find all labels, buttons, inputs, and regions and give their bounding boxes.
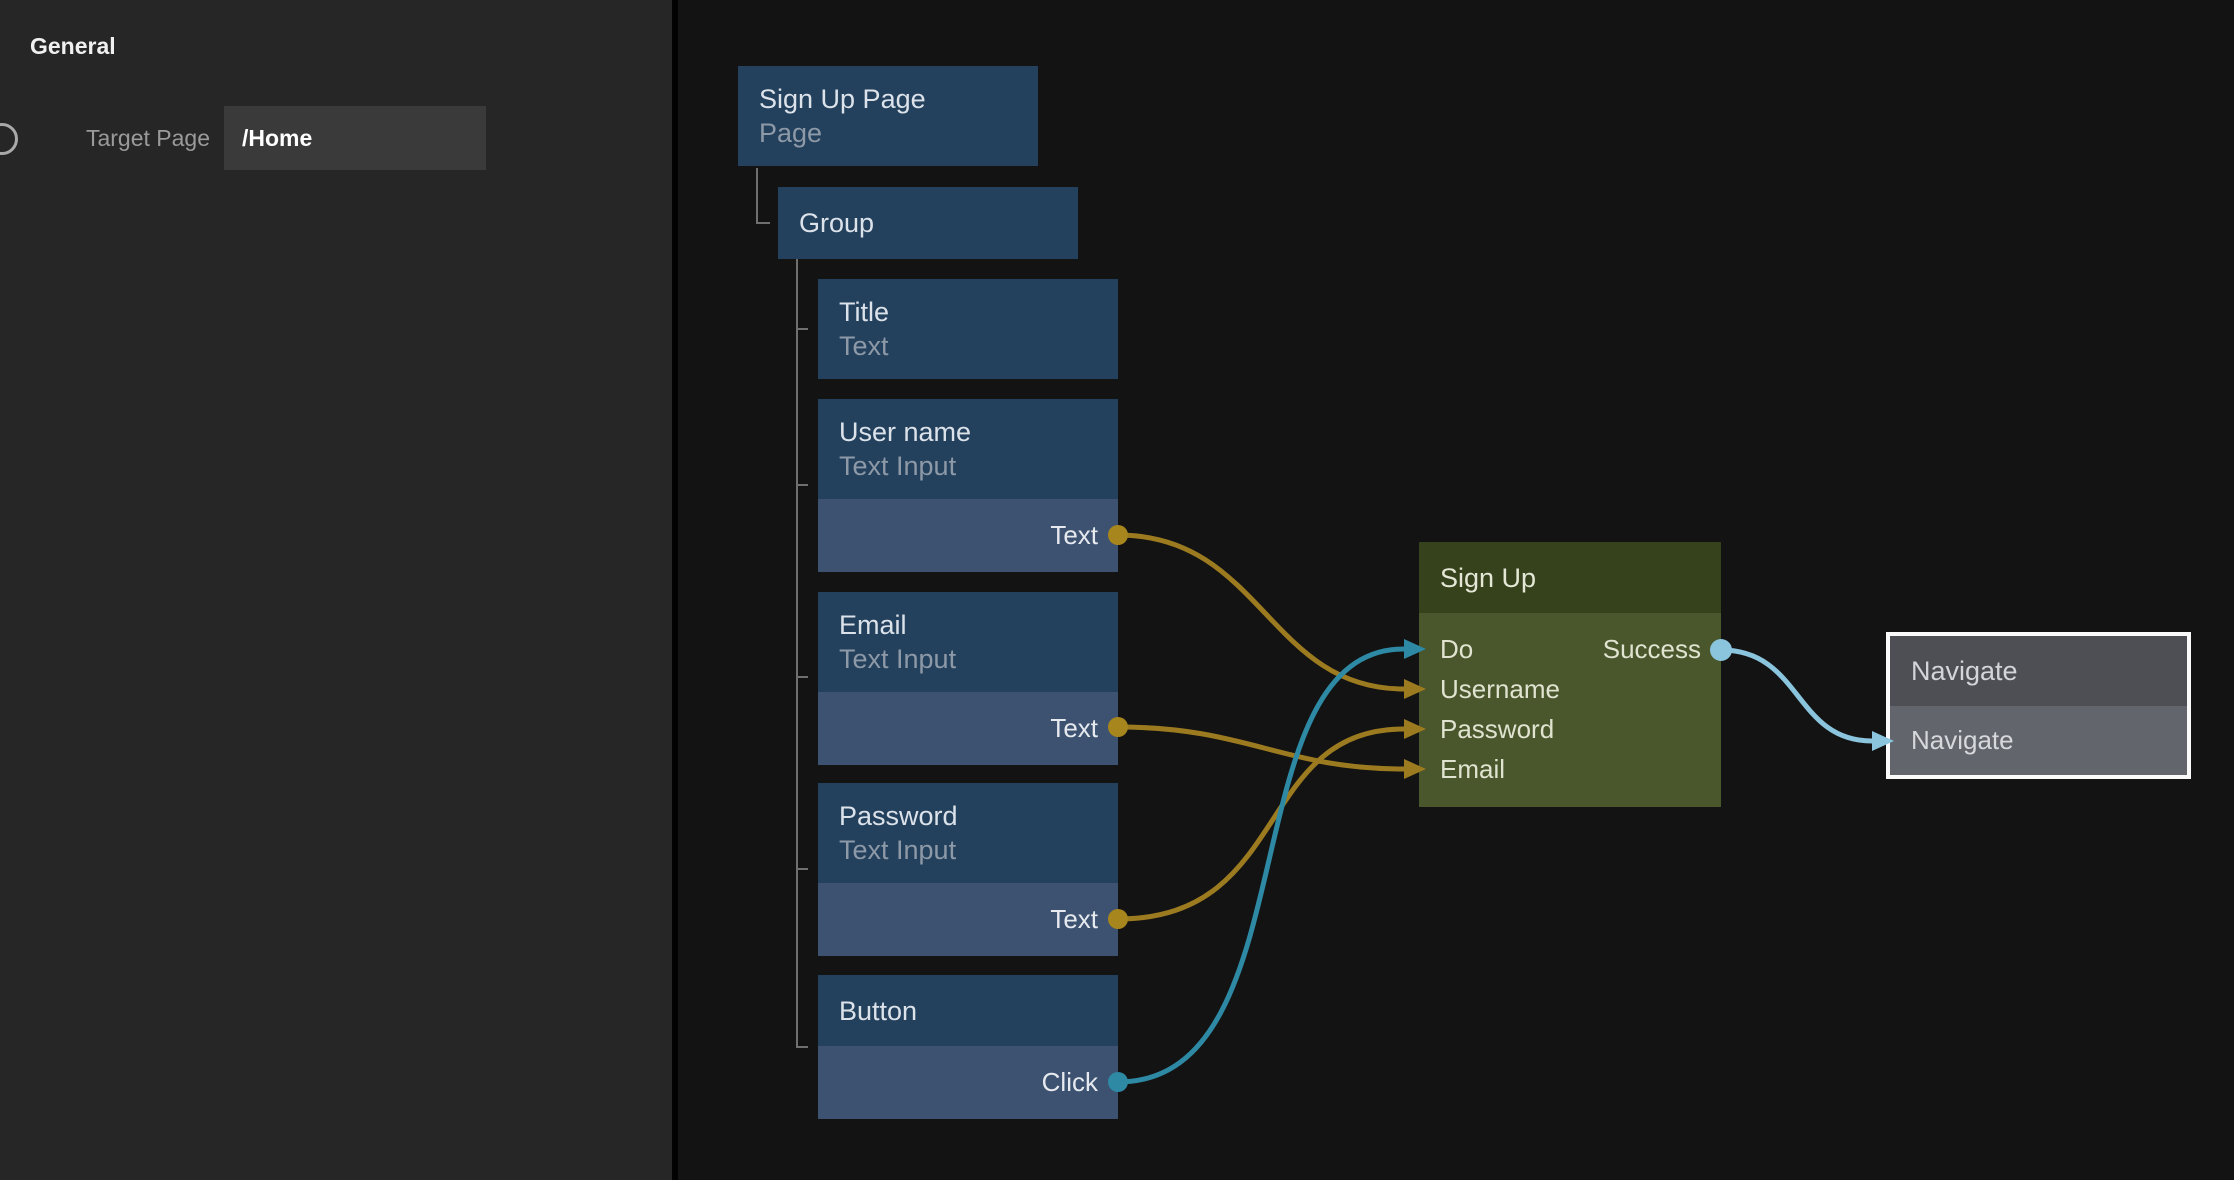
node-editor: General Target Page Sign Up Page Page Gr…: [0, 0, 2234, 1180]
output-port-text[interactable]: Text: [818, 692, 1118, 765]
input-port-password[interactable]: Password: [1419, 709, 1721, 749]
panel-section-title: General: [30, 33, 116, 60]
node-type-label: Text Input: [839, 449, 1118, 483]
port-label: Text: [1050, 713, 1098, 744]
node-title: Group: [799, 206, 1078, 240]
port-label: Username: [1440, 674, 1560, 705]
wire-email-text-to-signup-email[interactable]: [1118, 727, 1404, 769]
wire-password-text-to-signup-password[interactable]: [1118, 729, 1404, 919]
wire-username-text-to-signup-username[interactable]: [1118, 535, 1404, 689]
input-port-username[interactable]: Username: [1419, 669, 1721, 709]
node-sign-up-logic[interactable]: Sign Up Do Success Username Password Ema…: [1419, 542, 1721, 807]
target-page-label: Target Page: [0, 125, 210, 152]
node-title-text[interactable]: Title Text: [818, 279, 1118, 379]
node-title: Password: [839, 799, 1118, 833]
node-type-label: Text Input: [839, 642, 1118, 676]
output-port-success[interactable]: Success: [1603, 634, 1701, 665]
node-email-input[interactable]: Email Text Input Text: [818, 592, 1118, 765]
properties-panel: General Target Page: [0, 0, 672, 1180]
node-title: Title: [839, 295, 1118, 329]
port-label: Password: [1440, 714, 1554, 745]
output-port-text[interactable]: Text: [818, 883, 1118, 956]
panel-divider: [672, 0, 678, 1180]
port-label: Email: [1440, 754, 1505, 785]
tree-connector-page-group: [757, 168, 770, 223]
node-group[interactable]: Group: [778, 187, 1078, 259]
port-label: Do: [1440, 634, 1473, 665]
node-title: Email: [839, 608, 1118, 642]
node-navigate[interactable]: Navigate Navigate: [1886, 632, 2191, 779]
node-title: Sign Up Page: [759, 82, 1038, 116]
node-button[interactable]: Button Click: [818, 975, 1118, 1119]
tree-connector-group-children: [797, 259, 808, 1047]
input-port-navigate[interactable]: Navigate: [1890, 706, 2187, 775]
input-port-email[interactable]: Email: [1419, 749, 1721, 789]
port-label: Text: [1050, 520, 1098, 551]
wire-signup-success-to-navigate[interactable]: [1721, 650, 1872, 741]
node-user-name-input[interactable]: User name Text Input Text: [818, 399, 1118, 572]
input-port-do[interactable]: Do Success: [1419, 629, 1721, 669]
wire-button-click-to-signup-do[interactable]: [1118, 649, 1404, 1082]
node-title: User name: [839, 415, 1118, 449]
node-title: Button: [839, 994, 1118, 1028]
node-sign-up-page[interactable]: Sign Up Page Page: [738, 66, 1038, 166]
output-port-text[interactable]: Text: [818, 499, 1118, 572]
node-type-label: Text Input: [839, 833, 1118, 867]
node-type-label: Page: [759, 116, 1038, 150]
hierarchy-connectors: [757, 168, 808, 1047]
node-title: Sign Up: [1440, 561, 1721, 595]
target-page-input[interactable]: [224, 106, 486, 170]
port-label: Text: [1050, 904, 1098, 935]
node-password-input[interactable]: Password Text Input Text: [818, 783, 1118, 956]
node-type-label: Text: [839, 329, 1118, 363]
node-title: Navigate: [1911, 654, 2187, 688]
output-port-click[interactable]: Click: [818, 1046, 1118, 1119]
port-label: Navigate: [1911, 725, 2014, 756]
port-label: Click: [1042, 1067, 1098, 1098]
